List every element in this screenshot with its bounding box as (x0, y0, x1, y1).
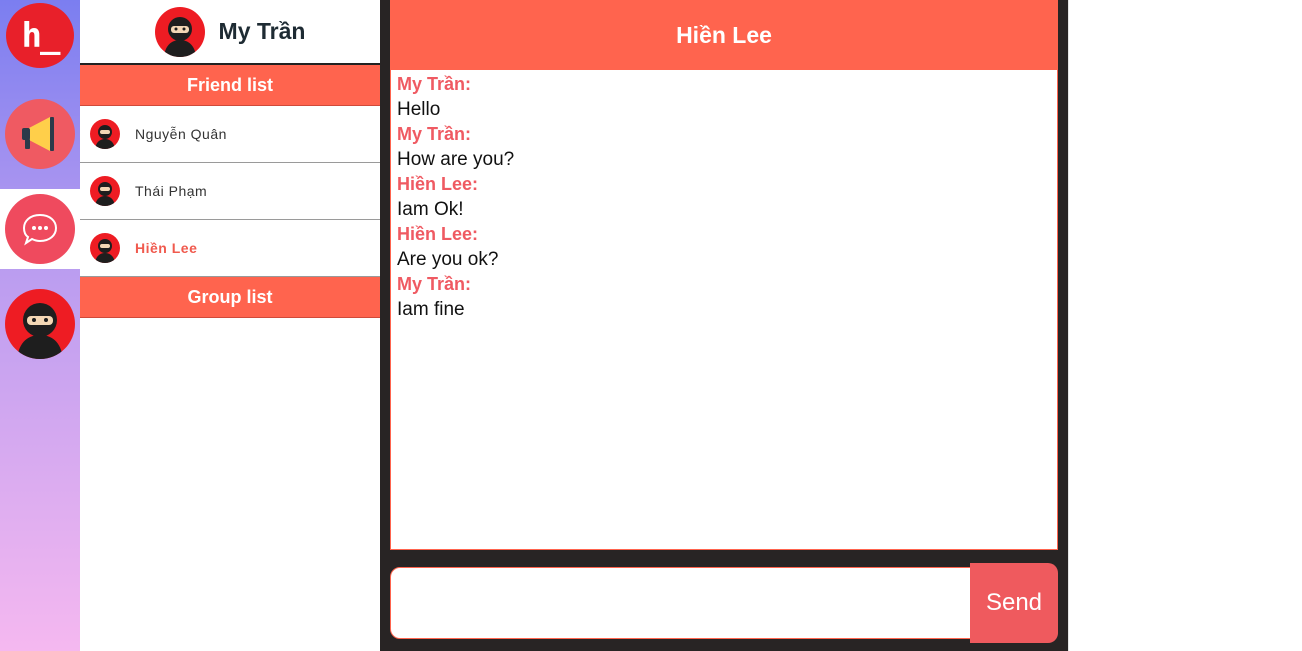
message: My Trần: Hello (397, 72, 1051, 122)
message: Hiền Lee: Iam Ok! (397, 172, 1051, 222)
profile-header: My Trần (80, 0, 380, 65)
group-list-header[interactable]: Group list (80, 277, 380, 318)
chat-panel: Hiền Lee My Trần: Hello My Trần: How are… (380, 0, 1068, 651)
profile-avatar-icon[interactable] (154, 6, 205, 57)
friend-item-nguyen-quan[interactable]: Nguyễn Quân (80, 106, 380, 163)
message: My Trần: How are you? (397, 122, 1051, 172)
friend-name: Thái Phạm (135, 183, 208, 199)
friend-item-hien-lee[interactable]: Hiền Lee (80, 220, 380, 277)
send-button[interactable]: Send (970, 563, 1058, 643)
friend-avatar-icon (90, 233, 120, 263)
friend-name: Hiền Lee (135, 240, 198, 256)
message-text: How are you? (397, 149, 515, 170)
logo-text: h_ (21, 15, 61, 56)
message-sender: My Trần: (397, 124, 472, 144)
message-text: Are you ok? (397, 249, 499, 270)
message-text: Hello (397, 99, 441, 120)
profile-name: My Trần (218, 18, 306, 44)
message-composer: Send (390, 563, 1058, 643)
logo-icon[interactable]: h_ (6, 3, 74, 68)
megaphone-icon[interactable] (5, 99, 75, 169)
chat-header: Hiền Lee (390, 0, 1058, 70)
message-sender: Hiền Lee: (397, 174, 479, 194)
message: Hiền Lee: Are you ok? (397, 222, 1051, 272)
message-input[interactable] (390, 567, 975, 639)
chat-title: Hiền Lee (676, 21, 772, 48)
empty-right-area (1068, 0, 1302, 651)
ninja-avatar-icon[interactable] (5, 289, 75, 359)
message-sender: Hiền Lee: (397, 224, 479, 244)
friend-avatar-icon (90, 119, 120, 149)
app-rail: h_ (0, 0, 80, 651)
message-list[interactable]: My Trần: Hello My Trần: How are you? Hiề… (390, 70, 1058, 550)
friend-list-header: Friend list (80, 65, 380, 106)
message-sender: My Trần: (397, 74, 472, 94)
friend-item-thai-pham[interactable]: Thái Phạm (80, 163, 380, 220)
sidebar: My Trần Friend list Nguyễn Quân Thái Phạ… (80, 0, 380, 651)
message-text: Iam Ok! (397, 199, 464, 220)
message-sender: My Trần: (397, 274, 472, 294)
message: My Trần: Iam fine (397, 272, 1051, 322)
friend-avatar-icon (90, 176, 120, 206)
message-text: Iam fine (397, 299, 465, 320)
chat-bubble-icon[interactable] (5, 194, 75, 264)
friend-name: Nguyễn Quân (135, 126, 227, 142)
